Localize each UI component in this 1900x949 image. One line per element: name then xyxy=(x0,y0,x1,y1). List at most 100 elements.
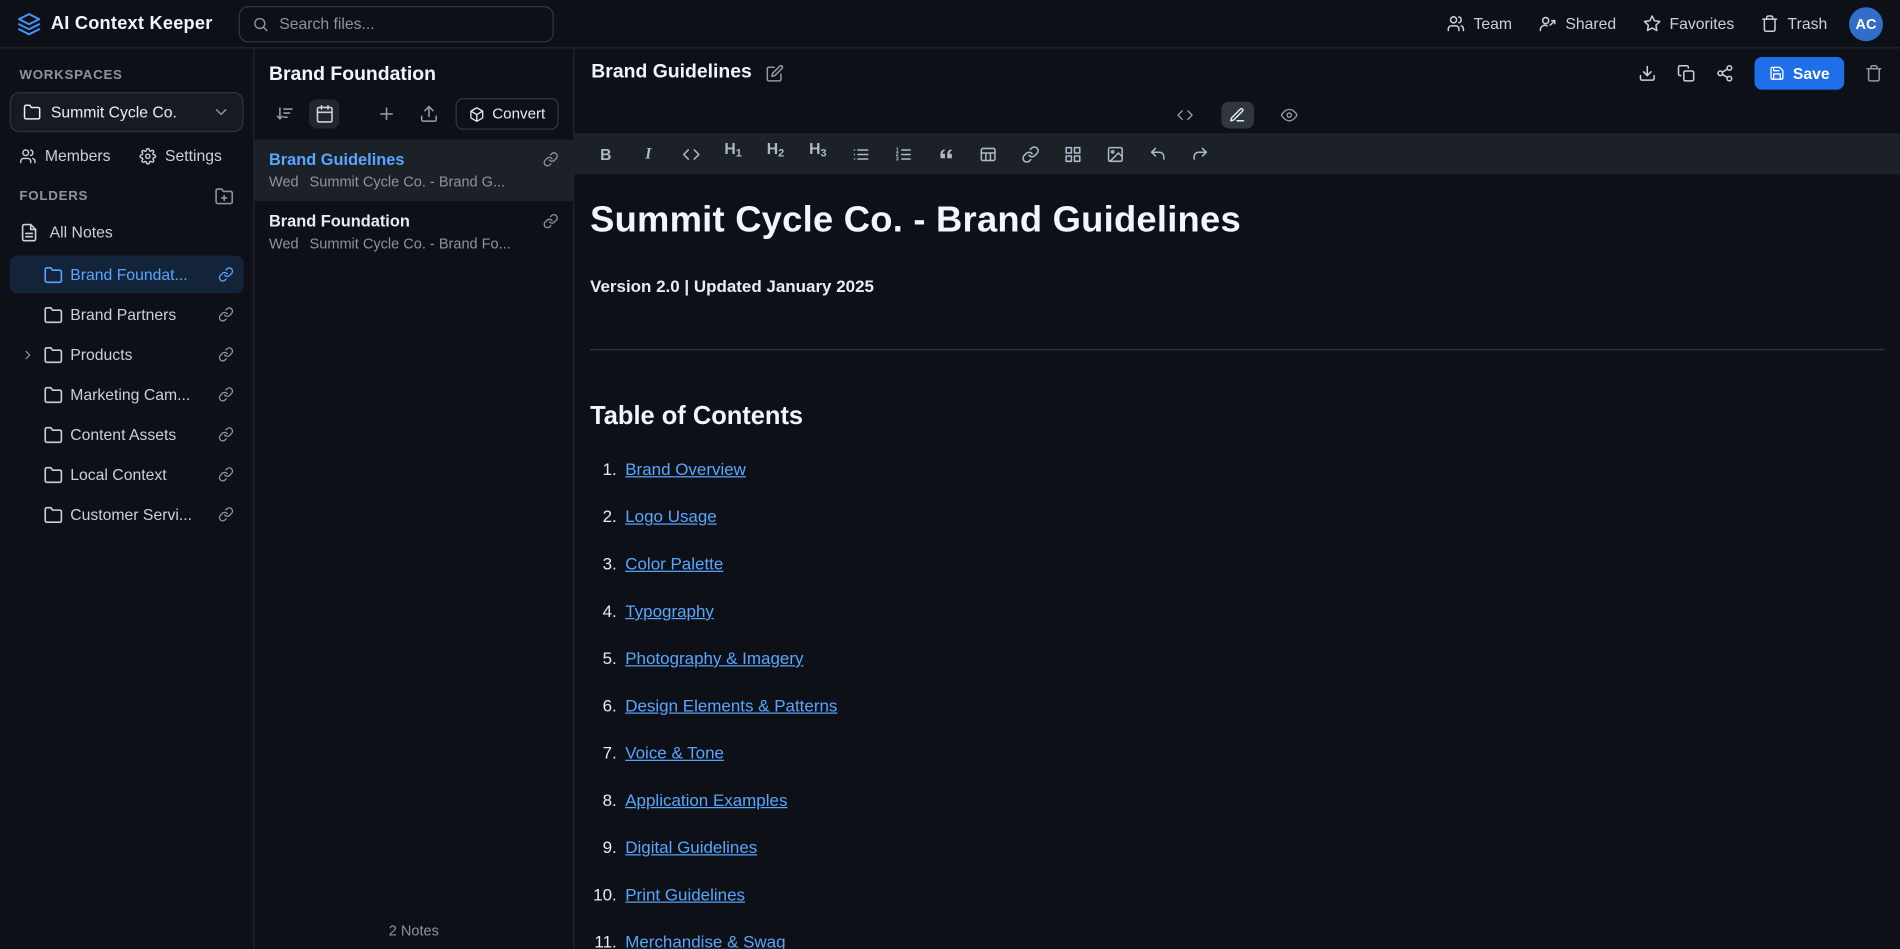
toc-link-design-elements[interactable]: Design Elements & Patterns xyxy=(625,697,837,715)
workspaces-label: WORKSPACES xyxy=(0,58,253,90)
rename-icon[interactable] xyxy=(766,64,784,82)
link-icon[interactable] xyxy=(218,506,234,522)
sidebar-folder-local-context[interactable]: Local Context xyxy=(10,456,244,494)
save-button[interactable]: Save xyxy=(1754,56,1844,89)
link-icon[interactable] xyxy=(218,467,234,483)
edit-mode-button[interactable] xyxy=(1221,102,1254,129)
image-button[interactable] xyxy=(1098,139,1132,168)
toc-link-application-examples[interactable]: Application Examples xyxy=(625,791,787,809)
bullet-list-icon xyxy=(851,145,869,163)
sidebar-item-all-notes[interactable]: All Notes xyxy=(0,213,253,251)
search-box[interactable] xyxy=(239,5,554,41)
note-item-brand-foundation[interactable]: Brand Foundation Wed Summit Cycle Co. - … xyxy=(254,201,573,263)
search-input[interactable] xyxy=(279,15,541,33)
convert-button[interactable]: Convert xyxy=(456,98,559,130)
table-button[interactable] xyxy=(971,139,1005,168)
sidebar-folder-marketing-campaigns[interactable]: Marketing Cam... xyxy=(10,376,244,414)
sidebar-folder-products[interactable]: Products xyxy=(10,336,244,374)
grid-button[interactable] xyxy=(1055,139,1089,168)
bullet-list-button[interactable] xyxy=(843,139,877,168)
toc-link-brand-overview[interactable]: Brand Overview xyxy=(625,460,746,478)
sidebar-folder-brand-foundation[interactable]: Brand Foundat... xyxy=(10,256,244,294)
members-icon xyxy=(19,147,36,164)
share-icon[interactable] xyxy=(1715,64,1733,82)
app-brand: AI Context Keeper xyxy=(17,12,213,36)
link-icon[interactable] xyxy=(543,151,559,167)
preview-mode-button[interactable] xyxy=(1273,102,1306,129)
sidebar-folder-content-assets[interactable]: Content Assets xyxy=(10,416,244,454)
svg-text:3: 3 xyxy=(895,156,898,162)
calendar-view-button[interactable] xyxy=(309,99,339,128)
save-label: Save xyxy=(1793,64,1830,82)
link-icon[interactable] xyxy=(218,387,234,403)
code-button[interactable] xyxy=(674,139,708,168)
source-mode-button[interactable] xyxy=(1169,102,1202,129)
eye-icon xyxy=(1281,107,1298,124)
toc-link-typography[interactable]: Typography xyxy=(625,602,714,620)
toc-item: 7.Voice & Tone xyxy=(590,744,1884,762)
sort-icon xyxy=(274,104,293,123)
link-icon[interactable] xyxy=(218,347,234,363)
toc-link-merchandise-swag[interactable]: Merchandise & Swag xyxy=(625,933,785,949)
link-icon[interactable] xyxy=(218,267,234,283)
toc-link-color-palette[interactable]: Color Palette xyxy=(625,555,723,573)
toc-item: 1.Brand Overview xyxy=(590,460,1884,478)
undo-button[interactable] xyxy=(1140,139,1174,168)
nav-shared[interactable]: Shared xyxy=(1539,15,1616,33)
sort-button[interactable] xyxy=(269,99,299,128)
document-body[interactable]: Summit Cycle Co. - Brand Guidelines Vers… xyxy=(574,174,1900,948)
toc-link-photography-imagery[interactable]: Photography & Imagery xyxy=(625,649,803,667)
toc-link-voice-tone[interactable]: Voice & Tone xyxy=(625,744,724,762)
new-folder-icon[interactable] xyxy=(214,187,233,206)
app-window: AI Context Keeper Team Shared xyxy=(0,0,1900,949)
h3-button[interactable]: H3 xyxy=(801,139,835,168)
note-date: Wed xyxy=(269,235,299,252)
calendar-icon xyxy=(314,104,333,123)
h2-button[interactable]: H2 xyxy=(759,139,793,168)
search-icon xyxy=(253,15,270,32)
settings-button[interactable]: Settings xyxy=(140,147,222,165)
copy-icon[interactable] xyxy=(1677,64,1695,82)
toc-link-logo-usage[interactable]: Logo Usage xyxy=(625,508,717,526)
upload-button[interactable] xyxy=(413,99,443,128)
nav-trash[interactable]: Trash xyxy=(1761,15,1827,33)
code-icon xyxy=(682,145,700,163)
quote-button[interactable] xyxy=(928,139,962,168)
notes-count: 2 Notes xyxy=(254,917,573,949)
download-icon[interactable] xyxy=(1638,64,1656,82)
toc-item: 3.Color Palette xyxy=(590,555,1884,573)
link-icon[interactable] xyxy=(218,307,234,323)
note-preview: Summit Cycle Co. - Brand G... xyxy=(310,173,506,190)
toc-link-digital-guidelines[interactable]: Digital Guidelines xyxy=(625,838,757,856)
delete-note-icon[interactable] xyxy=(1865,64,1883,82)
nav-team[interactable]: Team xyxy=(1447,15,1512,33)
folder-icon xyxy=(44,385,63,404)
ordered-list-button[interactable]: 123 xyxy=(886,139,920,168)
bold-button[interactable]: B xyxy=(589,139,623,168)
h1-button[interactable]: H1 xyxy=(716,139,750,168)
italic-button[interactable]: I xyxy=(631,139,665,168)
code-icon xyxy=(1177,107,1194,124)
members-label: Members xyxy=(45,147,111,165)
link-icon[interactable] xyxy=(218,427,234,443)
main-shell: WORKSPACES Summit Cycle Co. Members xyxy=(0,48,1900,948)
avatar[interactable]: AC xyxy=(1849,7,1883,41)
folder-label: Brand Foundat... xyxy=(70,265,187,283)
sidebar-folder-customer-service[interactable]: Customer Servi... xyxy=(10,496,244,534)
workspace-name: Summit Cycle Co. xyxy=(51,103,177,121)
redo-button[interactable] xyxy=(1183,139,1217,168)
link-button[interactable] xyxy=(1013,139,1047,168)
sidebar-folder-brand-partners[interactable]: Brand Partners xyxy=(10,296,244,334)
workspace-selector[interactable]: Summit Cycle Co. xyxy=(10,92,244,132)
folder-label: Marketing Cam... xyxy=(70,385,190,403)
chevron-right-icon[interactable] xyxy=(19,347,36,362)
nav-favorites[interactable]: Favorites xyxy=(1643,15,1734,33)
members-button[interactable]: Members xyxy=(19,147,110,165)
chevron-down-icon xyxy=(212,103,230,121)
toc-link-print-guidelines[interactable]: Print Guidelines xyxy=(625,886,745,904)
link-icon[interactable] xyxy=(543,213,559,229)
folders-label: FOLDERS xyxy=(19,189,88,204)
note-item-brand-guidelines[interactable]: Brand Guidelines Wed Summit Cycle Co. - … xyxy=(254,139,573,201)
h2-icon: H xyxy=(767,139,778,157)
new-note-button[interactable] xyxy=(371,99,401,128)
